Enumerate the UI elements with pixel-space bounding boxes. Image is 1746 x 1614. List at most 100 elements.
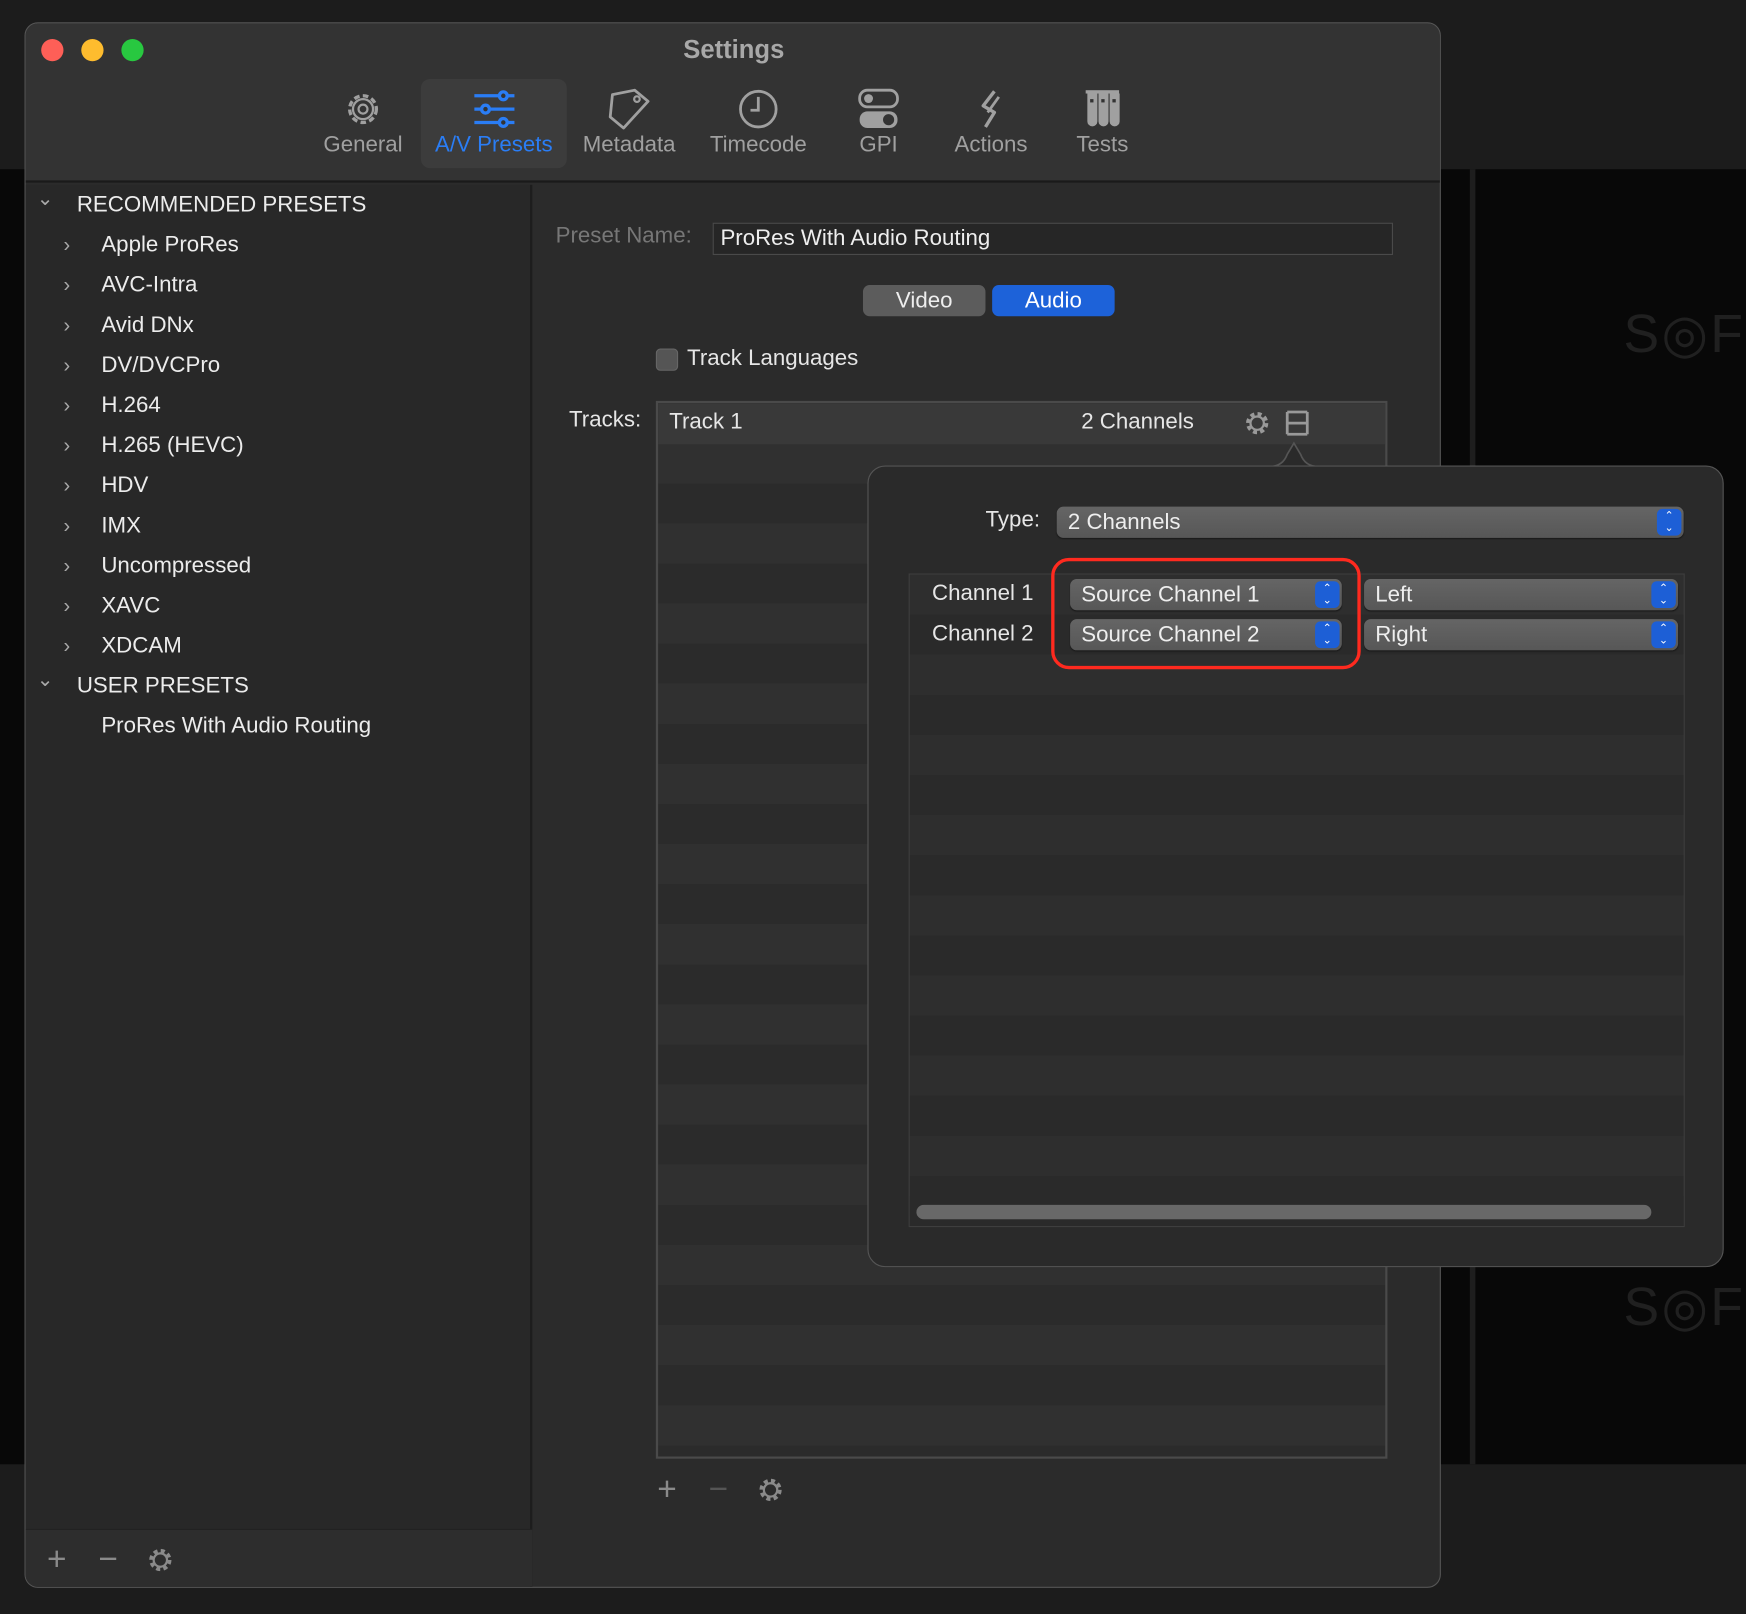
section-recommended-presets[interactable]: ⌄ RECOMMENDED PRESETS — [26, 185, 533, 225]
horizontal-scrollbar[interactable] — [916, 1204, 1652, 1220]
toolbar: Settings General A/V Presets Metadata Ti… — [25, 23, 1440, 183]
tree-label: H.265 (HEVC) — [101, 433, 244, 458]
remove-preset-button[interactable]: − — [91, 1543, 124, 1576]
gear-icon — [347, 94, 379, 125]
preset-group[interactable]: › XAVC — [26, 586, 533, 626]
tree-label: Uncompressed — [101, 553, 252, 578]
preset-group[interactable]: › AVC-Intra — [26, 265, 533, 305]
tab-av-presets[interactable]: A/V Presets — [420, 79, 567, 169]
track-name: Track 1 — [669, 409, 743, 435]
type-value: 2 Channels — [1067, 509, 1181, 535]
chevron-right-icon[interactable]: › — [63, 225, 70, 265]
remove-track-button[interactable]: − — [702, 1473, 735, 1506]
position-select[interactable]: Right ⌃ ⌄ — [1364, 619, 1679, 651]
preset-group[interactable]: › Uncompressed — [26, 546, 533, 586]
link-icon — [981, 90, 1000, 128]
section-user-presets[interactable]: ⌄ USER PRESETS — [26, 666, 533, 706]
chevron-right-icon[interactable]: › — [63, 265, 70, 305]
channel-label: Channel 1 — [932, 581, 1034, 606]
popover-arrow — [1269, 441, 1319, 468]
channel-list-icon[interactable] — [1284, 409, 1311, 438]
tree-label: HDV — [101, 473, 149, 498]
preset-group[interactable]: › Apple ProRes — [26, 225, 533, 265]
chevron-right-icon[interactable]: › — [63, 546, 70, 586]
preset-group[interactable]: › H.265 (HEVC) — [26, 425, 533, 465]
stepper-icon: ⌃ ⌄ — [1651, 621, 1676, 649]
tab-tests[interactable]: Tests — [1061, 79, 1143, 168]
chevron-right-icon[interactable]: › — [63, 305, 70, 345]
chevron-right-icon[interactable]: › — [63, 626, 70, 666]
presets-sidebar: ⌄ RECOMMENDED PRESETS › Apple ProRes › AVC-In… — [25, 184, 533, 1587]
tree-label: AVC-Intra — [101, 272, 198, 298]
position-value: Right — [1375, 622, 1428, 647]
type-label: Type: — [985, 507, 1041, 533]
chevron-right-icon[interactable]: › — [63, 425, 70, 465]
track-languages-label: Track Languages — [687, 346, 859, 371]
position-select[interactable]: Left ⌃ ⌄ — [1364, 579, 1679, 611]
chevron-down-icon[interactable]: ⌄ — [37, 659, 54, 699]
preset-group[interactable]: › HDV — [26, 465, 533, 505]
tree-label: USER PRESETS — [76, 673, 249, 699]
tab-label: General — [323, 132, 403, 158]
tab-gpi[interactable]: GPI — [838, 79, 918, 168]
channel-label: Channel 2 — [932, 621, 1034, 646]
position-value: Left — [1375, 582, 1413, 607]
chevron-right-icon[interactable]: › — [63, 465, 70, 505]
tab-label: Tests — [1076, 132, 1129, 158]
tree-label: H.264 — [101, 393, 161, 418]
table-row[interactable]: Track 1 2 Channels — [658, 403, 1386, 445]
tree-label: ProRes With Audio Routing — [101, 713, 372, 739]
tree-label: Avid DNx — [101, 312, 194, 338]
tab-actions[interactable]: Actions — [941, 79, 1041, 168]
gear-icon[interactable] — [147, 1547, 174, 1574]
tree-label: DV/DVCPro — [101, 352, 221, 378]
sliders-icon — [473, 90, 514, 129]
chevron-right-icon[interactable]: › — [63, 385, 70, 425]
tracks-label: Tracks: — [569, 407, 642, 433]
toggle-switch-icon — [858, 88, 899, 129]
chevron-right-icon[interactable]: › — [63, 506, 70, 546]
tab-label: Actions — [954, 132, 1028, 158]
preset-group[interactable]: › DV/DVCPro — [26, 345, 533, 385]
preset-group[interactable]: › H.264 — [26, 385, 533, 425]
channel-routing-popover: Type: 2 Channels ⌃ ⌄ Channel 1 Source Chan… — [867, 465, 1724, 1268]
add-track-button[interactable]: + — [650, 1473, 683, 1506]
highlight-annotation — [1051, 557, 1361, 670]
tab-label: GPI — [859, 132, 898, 158]
preset-name-input[interactable]: ProRes With Audio Routing — [712, 222, 1394, 255]
chevron-right-icon[interactable]: › — [63, 586, 70, 626]
preset-group[interactable]: › XDCAM — [26, 626, 533, 666]
chevron-right-icon[interactable]: › — [63, 345, 70, 385]
gear-icon[interactable] — [1244, 410, 1271, 437]
tree-label: Apple ProRes — [101, 232, 239, 258]
clock-icon — [739, 89, 778, 129]
tab-metadata[interactable]: Metadata — [576, 79, 683, 168]
stepper-icon: ⌃ ⌄ — [1651, 581, 1676, 608]
preset-group[interactable]: › Avid DNx — [26, 305, 533, 345]
tree-label: XDCAM — [101, 633, 182, 659]
channel-table: Channel 1 Source Channel 1 ⌃ ⌄ Left ⌃ ⌄ Chan… — [908, 573, 1685, 1228]
watermark-logo: S◎FT — [1623, 305, 1746, 365]
segment-audio[interactable]: Audio — [992, 285, 1115, 317]
track-languages-checkbox[interactable] — [655, 348, 679, 371]
gear-icon[interactable] — [757, 1477, 784, 1504]
segment-video[interactable]: Video — [862, 285, 986, 317]
type-select[interactable]: 2 Channels ⌃ ⌄ — [1056, 506, 1684, 538]
tab-timecode[interactable]: Timecode — [703, 79, 814, 168]
chevron-down-icon[interactable]: ⌄ — [37, 178, 54, 218]
tab-label: Timecode — [709, 132, 807, 158]
window-title: Settings — [683, 34, 785, 64]
watermark-logo: S◎FT — [1623, 1278, 1746, 1338]
user-preset-item[interactable]: ProRes With Audio Routing — [26, 706, 533, 746]
sidebar-bottom-bar: + − — [25, 1528, 533, 1587]
add-preset-button[interactable]: + — [40, 1543, 73, 1576]
tab-label: Metadata — [582, 132, 676, 158]
tab-general[interactable]: General — [313, 79, 413, 168]
tree-label: RECOMMENDED PRESETS — [76, 192, 367, 218]
preset-name-label: Preset Name: — [555, 223, 692, 249]
tree-label: IMX — [101, 513, 141, 538]
track-channels: 2 Channels — [1081, 409, 1194, 435]
tree-label: XAVC — [101, 593, 161, 619]
tab-label: A/V Presets — [435, 132, 553, 158]
preset-group[interactable]: › IMX — [26, 506, 533, 546]
